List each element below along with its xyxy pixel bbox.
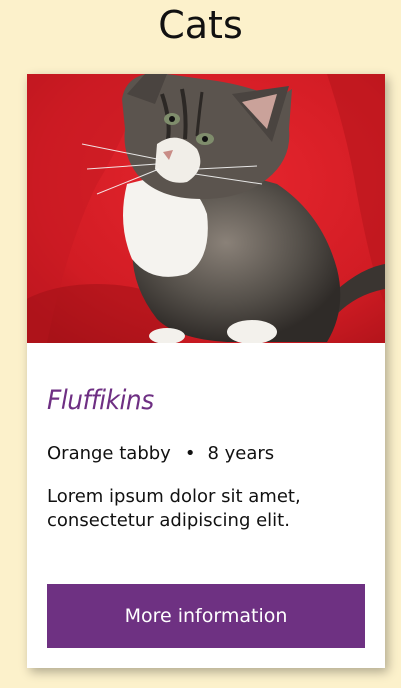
cat-name: Fluffikins [47,385,154,416]
more-information-button[interactable]: More information [47,584,365,648]
cat-age: 8 years [207,443,275,464]
cat-card: Fluffikins Orange tabby • 8 years Lorem ip… [27,74,385,668]
cat-breed: Orange tabby [47,443,171,464]
meta-separator: • [184,443,196,464]
page-title: Cats [158,3,243,47]
cat-meta: Orange tabby • 8 years [47,443,274,464]
cat-photo [27,74,385,343]
cat-description: Lorem ipsum dolor sit amet, consectetur … [47,486,301,531]
